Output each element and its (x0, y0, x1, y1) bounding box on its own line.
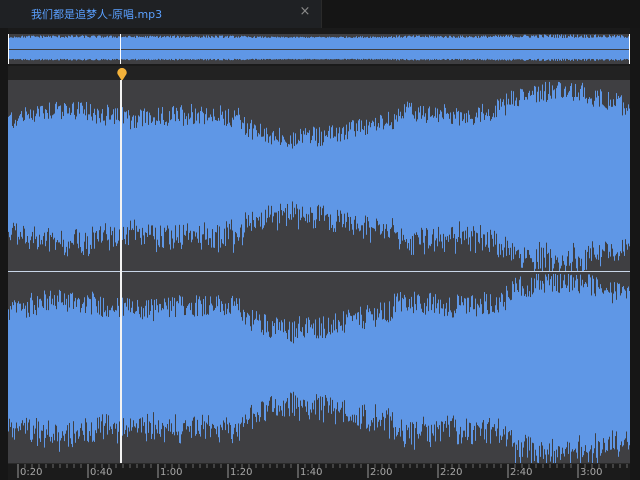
left-edge (0, 28, 8, 480)
ruler-label-1: 0:40 (90, 467, 113, 478)
ruler-label-5: 2:00 (370, 467, 393, 478)
playhead[interactable] (120, 80, 122, 463)
channel-divider (8, 271, 630, 272)
tab-file[interactable]: 我们都是追梦人-原唱.mp3 × (0, 0, 322, 28)
overview-viewport[interactable] (8, 34, 630, 64)
ruler-label-6: 2:20 (440, 467, 463, 478)
ruler-label-4: 1:40 (300, 467, 323, 478)
ruler-label-3: 1:20 (230, 467, 253, 478)
ruler-label-8: 3:00 (580, 467, 603, 478)
overview-playhead (120, 34, 121, 64)
close-icon[interactable]: × (298, 5, 312, 19)
ruler-label-2: 1:00 (160, 467, 183, 478)
tab-bar: 我们都是追梦人-原唱.mp3 × (0, 0, 640, 28)
time-ruler[interactable]: 0:20 0:40 1:00 1:20 1:40 2:00 2:20 2:40 … (8, 463, 630, 480)
overview-waveform[interactable] (8, 34, 630, 64)
ruler-label-0: 0:20 (20, 467, 43, 478)
audio-editor-window: 我们都是追梦人-原唱.mp3 × 0:20 0:40 1:00 1:20 1:4… (0, 0, 640, 480)
tab-title: 我们都是追梦人-原唱.mp3 (31, 8, 163, 21)
ruler-label-7: 2:40 (510, 467, 533, 478)
marker-strip[interactable] (8, 66, 630, 81)
right-edge (630, 28, 640, 480)
main-waveform[interactable] (8, 80, 630, 463)
